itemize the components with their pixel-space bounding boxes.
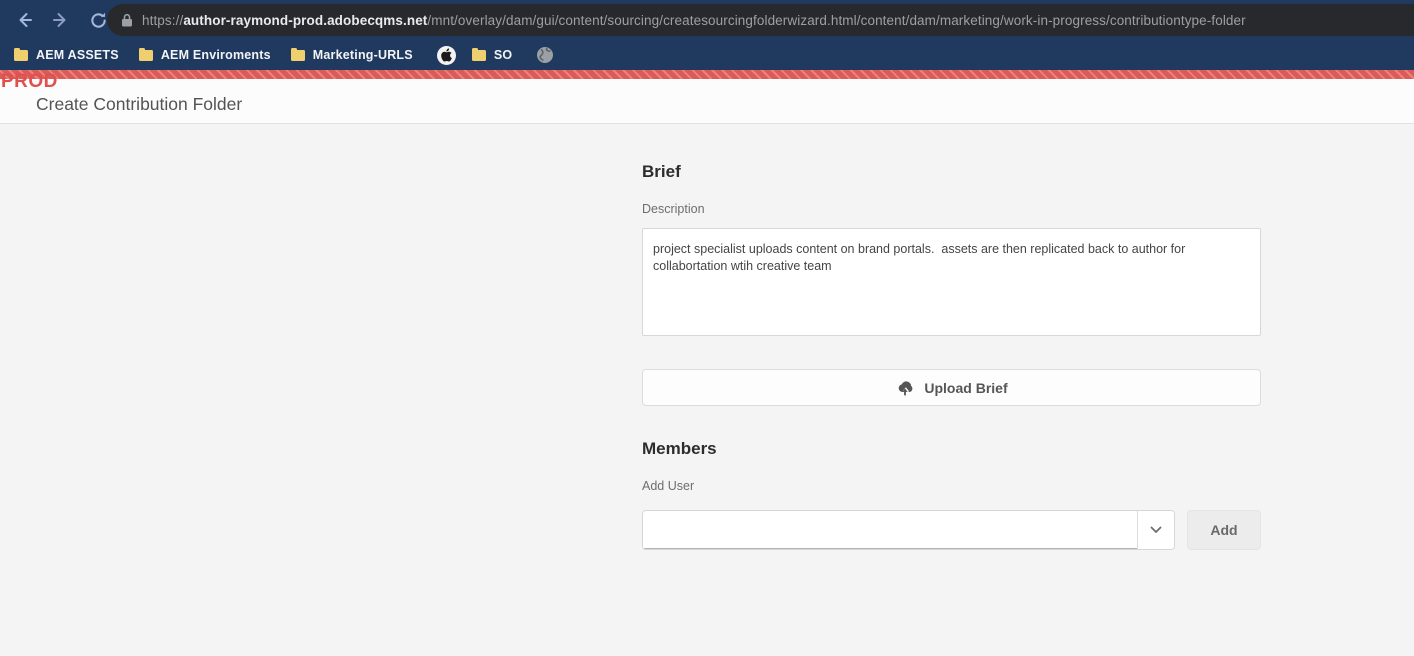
add-user-row: Add (642, 510, 1261, 550)
environment-warning-stripe (0, 70, 1414, 79)
globe-icon (536, 46, 554, 64)
upload-brief-label: Upload Brief (924, 379, 1008, 396)
url-path: /mnt/overlay/dam/gui/content/sourcing/cr… (427, 12, 1246, 28)
url-text: https://author-raymond-prod.adobecqms.ne… (142, 13, 1246, 28)
description-label: Description (642, 202, 705, 216)
url-scheme: https:// (142, 12, 184, 28)
wizard-content: Brief Description project specialist upl… (0, 124, 1414, 655)
folder-icon (14, 47, 28, 61)
add-user-combobox (642, 510, 1175, 550)
bookmarks-bar: AEM ASSETS AEM Enviroments Marketing-URL… (0, 40, 1414, 70)
bookmark-aem-assets[interactable]: AEM ASSETS (12, 45, 129, 65)
wizard-header: Create Contribution Folder (0, 79, 1414, 124)
bookmark-label: SO (493, 48, 513, 62)
page-title: Create Contribution Folder (36, 94, 243, 114)
chevron-down-icon (1150, 526, 1162, 533)
back-icon[interactable] (12, 8, 36, 32)
bookmark-label: AEM ASSETS (36, 48, 119, 62)
folder-icon (471, 47, 486, 61)
bookmark-label: Marketing-URLS (312, 48, 413, 62)
lock-icon[interactable] (121, 13, 133, 27)
bookmark-so[interactable]: SO (470, 45, 522, 65)
browser-toolbar: https://author-raymond-prod.adobecqms.ne… (0, 0, 1414, 40)
bookmark-apple-site[interactable] (431, 43, 462, 68)
wizard-form: Brief Description project specialist upl… (642, 162, 1261, 550)
add-user-input[interactable] (643, 511, 1137, 549)
folder-icon (290, 47, 305, 61)
description-textarea[interactable]: project specialist uploads content on br… (642, 228, 1261, 336)
folder-icon (138, 47, 153, 61)
apple-icon (436, 45, 456, 65)
address-bar[interactable]: https://author-raymond-prod.adobecqms.ne… (107, 4, 1414, 36)
forward-icon[interactable] (49, 8, 73, 32)
upload-brief-button[interactable]: Upload Brief (642, 369, 1261, 406)
bookmark-label: AEM Enviroments (160, 48, 271, 62)
add-user-button[interactable]: Add (1187, 510, 1261, 550)
add-user-label: Add User (642, 479, 695, 493)
combobox-chevron-button[interactable] (1137, 511, 1174, 549)
brief-section-heading: Brief (642, 162, 681, 181)
upload-cloud-icon (895, 379, 915, 396)
bookmark-marketing-urls[interactable]: Marketing-URLS (289, 45, 423, 65)
members-section-heading: Members (642, 439, 717, 458)
url-host: author-raymond-prod.adobecqms.net (183, 12, 428, 28)
bookmark-aem-enviroments[interactable]: AEM Enviroments (137, 45, 281, 65)
environment-badge: PROD (1, 71, 58, 92)
bookmark-globe-site[interactable] (530, 43, 560, 67)
browser-nav-controls (0, 0, 110, 40)
